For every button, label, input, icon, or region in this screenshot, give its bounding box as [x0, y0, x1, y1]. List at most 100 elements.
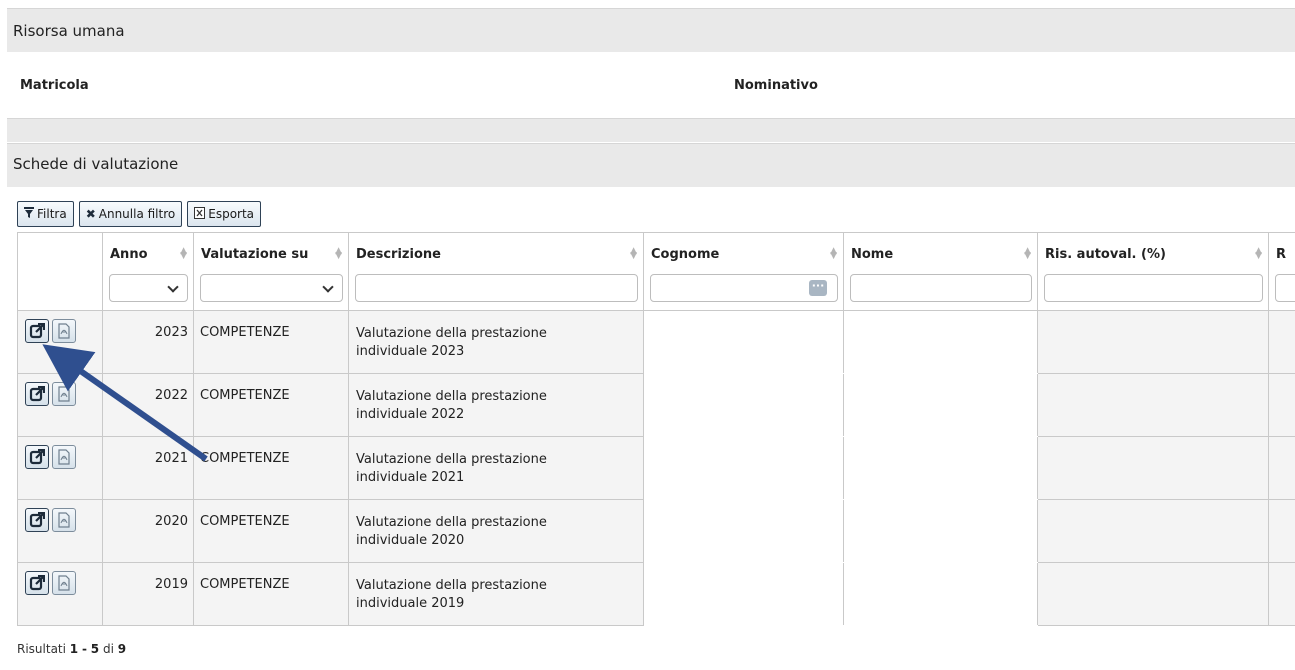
open-scheda-button[interactable]: [25, 571, 49, 595]
pdf-icon: [58, 512, 70, 528]
external-link-icon: [29, 575, 45, 591]
sort-icon[interactable]: ▲ ▼: [630, 247, 637, 261]
annulla-filtro-button[interactable]: ✖ Annulla filtro: [78, 201, 183, 227]
esporta-label: Esporta: [208, 207, 255, 221]
cognome-cell: [643, 436, 844, 500]
nome-cell: [843, 562, 1038, 626]
table-toolbar: Filtra ✖ Annulla filtro Esporta: [17, 201, 262, 227]
anno-cell: 2019: [102, 562, 194, 626]
section-schede-valutazione: Schede di valutazione: [7, 143, 1295, 187]
descrizione-line: individuale 2020: [356, 533, 465, 548]
descrizione-cell: Valutazione della prestazione individual…: [348, 499, 644, 563]
valutazione-cell: COMPETENZE: [193, 373, 349, 437]
external-link-icon: [29, 386, 45, 402]
col-cognome[interactable]: Cognome ▲ ▼ ···: [643, 232, 844, 311]
results-to: 5: [90, 642, 100, 656]
descrizione-line: individuale 2021: [356, 470, 465, 485]
cognome-cell: [643, 310, 844, 374]
descrizione-line: individuale 2019: [356, 596, 465, 611]
cognome-cell: [643, 562, 844, 626]
esporta-button[interactable]: Esporta: [187, 201, 262, 227]
col-r-truncated[interactable]: R: [1268, 232, 1295, 311]
nome-cell: [843, 310, 1038, 374]
sort-icon[interactable]: ▲ ▼: [180, 247, 187, 261]
nome-cell: [843, 499, 1038, 563]
nominativo-label: Nominativo: [734, 78, 818, 93]
section-divider: [7, 118, 1295, 142]
pdf-button[interactable]: [52, 382, 76, 406]
descrizione-cell: Valutazione della prestazione individual…: [348, 310, 644, 374]
ris-autoval-filter-input[interactable]: [1044, 274, 1263, 302]
descrizione-cell: Valutazione della prestazione individual…: [348, 373, 644, 437]
r-cell: [1268, 562, 1295, 626]
descrizione-line: Valutazione della prestazione: [356, 578, 547, 593]
matricola-label: Matricola: [20, 78, 89, 93]
pdf-icon: [58, 323, 70, 339]
valutazione-filter-select[interactable]: [200, 274, 343, 302]
col-r-label: R: [1276, 247, 1287, 262]
row-actions: [17, 499, 103, 563]
valutazioni-table: Anno ▲ ▼ Valutazione su ▲ ▼ Descrizione ▲ ▼: [17, 232, 1295, 627]
sort-icon[interactable]: ▲ ▼: [335, 247, 342, 261]
cognome-filter-input[interactable]: ···: [650, 274, 838, 302]
table-row: 2020 COMPETENZE Valutazione della presta…: [17, 499, 1295, 563]
descrizione-line: individuale 2023: [356, 344, 465, 359]
col-ris-autoval[interactable]: Ris. autoval. (%) ▲ ▼: [1037, 232, 1269, 311]
table-row: 2019 COMPETENZE Valutazione della presta…: [17, 562, 1295, 626]
col-cognome-label: Cognome: [651, 247, 720, 262]
ris-autoval-cell: [1037, 373, 1269, 437]
filtra-button[interactable]: Filtra: [17, 201, 74, 227]
pdf-button[interactable]: [52, 508, 76, 532]
x-icon: ✖: [85, 207, 96, 221]
col-nome-label: Nome: [851, 247, 894, 262]
col-descrizione[interactable]: Descrizione ▲ ▼: [348, 232, 644, 311]
anno-cell: 2020: [102, 499, 194, 563]
annulla-filtro-label: Annulla filtro: [98, 207, 176, 221]
open-scheda-button[interactable]: [25, 445, 49, 469]
external-link-icon: [29, 512, 45, 528]
descrizione-line: individuale 2022: [356, 407, 465, 422]
col-valutazione-su[interactable]: Valutazione su ▲ ▼: [193, 232, 349, 311]
filtra-label: Filtra: [37, 207, 67, 221]
ellipsis-icon[interactable]: ···: [809, 280, 827, 296]
descrizione-line: Valutazione della prestazione: [356, 389, 547, 404]
col-ris-autoval-label: Ris. autoval. (%): [1045, 247, 1166, 262]
table-row: 2023 COMPETENZE Valutazione della presta…: [17, 310, 1295, 374]
anno-filter-select[interactable]: [109, 274, 188, 302]
row-actions: [17, 436, 103, 500]
anno-cell: 2021: [102, 436, 194, 500]
nome-cell: [843, 436, 1038, 500]
sort-icon[interactable]: ▲ ▼: [1024, 247, 1031, 261]
open-scheda-button[interactable]: [25, 508, 49, 532]
col-valutazione-label: Valutazione su: [201, 247, 309, 262]
pdf-icon: [58, 449, 70, 465]
r-cell: [1268, 436, 1295, 500]
results-of: di: [102, 642, 114, 656]
pdf-button[interactable]: [52, 571, 76, 595]
pdf-button[interactable]: [52, 319, 76, 343]
pdf-icon: [58, 386, 70, 402]
external-link-icon: [29, 449, 45, 465]
sort-icon[interactable]: ▲ ▼: [1255, 247, 1262, 261]
pdf-button[interactable]: [52, 445, 76, 469]
sort-icon[interactable]: ▲ ▼: [830, 247, 837, 261]
open-scheda-button[interactable]: [25, 382, 49, 406]
descrizione-line: Valutazione della prestazione: [356, 515, 547, 530]
results-from: 1: [69, 642, 79, 656]
valutazione-cell: COMPETENZE: [193, 499, 349, 563]
col-anno[interactable]: Anno ▲ ▼: [102, 232, 194, 311]
open-scheda-button[interactable]: [25, 319, 49, 343]
col-nome[interactable]: Nome ▲ ▼: [843, 232, 1038, 311]
excel-icon: [194, 206, 206, 222]
page: Risorsa umana Matricola Nominativo Sched…: [0, 0, 1295, 670]
descrizione-filter-input[interactable]: [355, 274, 638, 302]
valutazione-cell: COMPETENZE: [193, 436, 349, 500]
external-link-icon: [29, 323, 45, 339]
ris-autoval-cell: [1037, 310, 1269, 374]
nome-filter-input[interactable]: [850, 274, 1032, 302]
section-risorsa-umana: Risorsa umana: [7, 8, 1295, 52]
header-row: Anno ▲ ▼ Valutazione su ▲ ▼ Descrizione ▲ ▼: [17, 232, 1295, 311]
r-filter-input[interactable]: [1275, 274, 1295, 302]
descrizione-cell: Valutazione della prestazione individual…: [348, 562, 644, 626]
pdf-icon: [58, 575, 70, 591]
